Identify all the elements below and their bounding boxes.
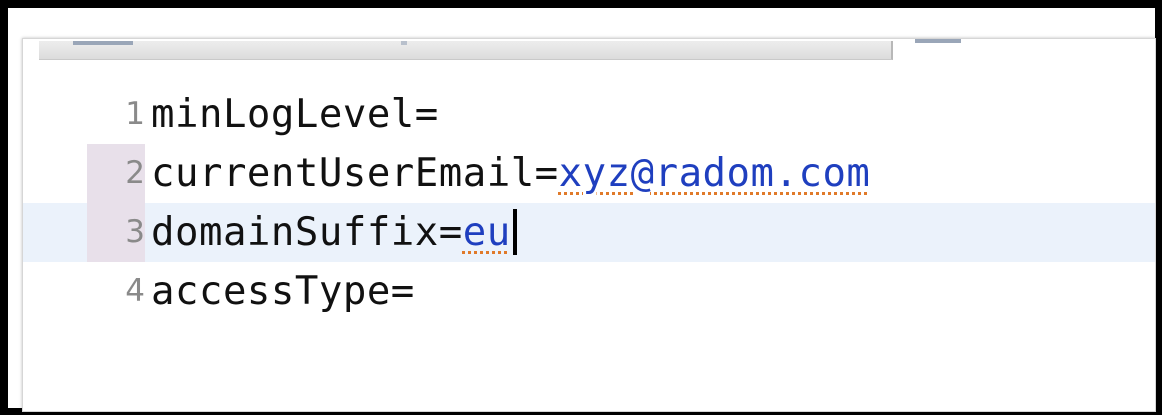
line-number: 3 (125, 214, 145, 250)
editor-line[interactable]: 4 accessType= (23, 262, 1155, 321)
tab-indicator (73, 41, 133, 45)
line-number: 1 (125, 96, 145, 132)
editor-line-current[interactable]: 3 domainSuffix=eu (23, 203, 1155, 262)
editor-line[interactable]: 2 currentUserEmail=xyz@radom.com (23, 144, 1155, 203)
property-key: domainSuffix= (151, 210, 463, 255)
editor-window: 1 minLogLevel= 2 currentUserEmail=xyz@ra… (22, 38, 1156, 412)
line-content[interactable]: currentUserEmail=xyz@radom.com (151, 144, 870, 203)
property-value: xyz@radom.com (558, 151, 871, 196)
line-content[interactable]: accessType= (151, 262, 415, 321)
code-editor[interactable]: 1 minLogLevel= 2 currentUserEmail=xyz@ra… (23, 85, 1155, 321)
line-number: 2 (125, 155, 145, 191)
property-key: currentUserEmail= (151, 151, 559, 196)
tab-bar (23, 39, 1155, 61)
screenshot-frame: 1 minLogLevel= 2 currentUserEmail=xyz@ra… (0, 0, 1162, 415)
tab-indicator (401, 41, 407, 45)
editor-tab[interactable] (39, 41, 893, 60)
text-cursor (512, 209, 517, 255)
tab-indicator (915, 39, 961, 43)
line-number: 4 (125, 273, 145, 309)
line-content[interactable]: minLogLevel= (151, 85, 439, 144)
property-key: accessType= (151, 269, 415, 314)
property-value: eu (462, 210, 511, 255)
property-key: minLogLevel= (151, 92, 439, 137)
line-content[interactable]: domainSuffix=eu (151, 203, 517, 262)
editor-line[interactable]: 1 minLogLevel= (23, 85, 1155, 144)
